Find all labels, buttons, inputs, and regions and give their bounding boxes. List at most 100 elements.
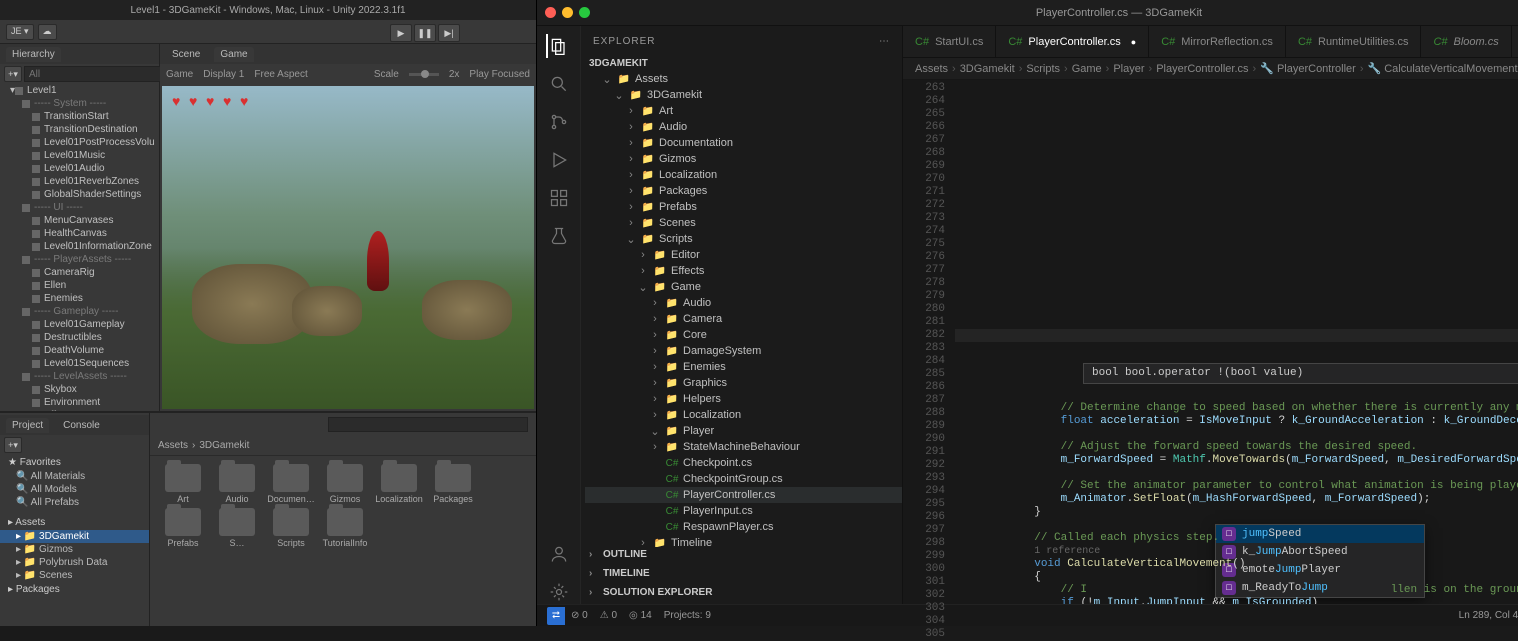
- code-line[interactable]: m_Animator.SetFloat(m_HashForwardSpeed, …: [955, 493, 1518, 506]
- play-focused[interactable]: Play Focused: [469, 69, 530, 80]
- code-line[interactable]: 1 reference: [955, 545, 1518, 558]
- code-editor[interactable]: 2632642652662672682692702712722732742752…: [903, 80, 1518, 604]
- tab-game[interactable]: Game: [214, 47, 253, 62]
- tree-item[interactable]: 📁Helpers: [585, 391, 902, 407]
- outline-section[interactable]: OUTLINE: [581, 547, 902, 562]
- tree-item[interactable]: 📁Graphics: [585, 375, 902, 391]
- hierarchy-item[interactable]: CameraRig: [0, 266, 159, 279]
- editor-tab[interactable]: C#PlayerController.cs: [996, 26, 1149, 57]
- code-line[interactable]: m_ForwardSpeed = Mathf.MoveTowards(m_For…: [955, 454, 1518, 467]
- hierarchy-item[interactable]: Level01Audio: [0, 162, 159, 175]
- hierarchy-item[interactable]: DeathVolume: [0, 344, 159, 357]
- code-line[interactable]: [955, 428, 1518, 441]
- status-projects[interactable]: Projects: 9: [664, 610, 711, 621]
- project-folder[interactable]: TutorialInfo: [320, 508, 370, 548]
- game-dropdown[interactable]: Game: [166, 69, 193, 80]
- code-line[interactable]: // I llen is on the ground then she is r…: [955, 584, 1518, 597]
- tab-project[interactable]: Project: [6, 418, 49, 433]
- game-view[interactable]: ♥ ♥ ♥ ♥ ♥: [162, 86, 534, 409]
- settings-icon[interactable]: [547, 580, 571, 604]
- hierarchy-item[interactable]: ----- LevelAssets -----: [0, 370, 159, 383]
- project-folder-grid[interactable]: ArtAudioDocumen…GizmosLocalizationPackag…: [150, 456, 536, 626]
- code-line[interactable]: if (!m_Input.JumpInput && m_IsGrounded): [955, 597, 1518, 604]
- hierarchy-item[interactable]: ----- System -----: [0, 97, 159, 110]
- tree-item[interactable]: 📁Audio: [585, 119, 902, 135]
- code-line[interactable]: // Determine change to speed based on wh…: [955, 402, 1518, 415]
- hierarchy-item[interactable]: ----- UI -----: [0, 201, 159, 214]
- aspect-dropdown[interactable]: Free Aspect: [254, 69, 307, 80]
- favorite-item[interactable]: 🔍 All Prefabs: [0, 496, 149, 509]
- breadcrumb-segment[interactable]: Player: [1113, 63, 1144, 75]
- tree-item[interactable]: 📁Enemies: [585, 359, 902, 375]
- line-gutter[interactable]: 2632642652662672682692702712722732742752…: [903, 80, 955, 604]
- tree-item[interactable]: 📁Prefabs: [585, 199, 902, 215]
- hierarchy-item[interactable]: GlobalShaderSettings: [0, 188, 159, 201]
- project-add[interactable]: +▾: [4, 437, 22, 453]
- tree-item[interactable]: 📁StateMachineBehaviour: [585, 439, 902, 455]
- step-button[interactable]: ▶|: [438, 24, 460, 42]
- code-line[interactable]: // Set the animator parameter to control…: [955, 480, 1518, 493]
- hierarchy-item[interactable]: Level01Gameplay: [0, 318, 159, 331]
- editor-tab[interactable]: C#Bloom.cs: [1421, 26, 1511, 57]
- hierarchy-item[interactable]: Level01Music: [0, 149, 159, 162]
- timeline-section[interactable]: TIMELINE: [581, 566, 902, 581]
- vscode-titlebar[interactable]: PlayerController.cs — 3DGameKit ◧ ⬓ ◨ ▦: [537, 0, 1518, 26]
- hierarchy-item[interactable]: ▾ Level1: [0, 84, 159, 97]
- breadcrumb-segment[interactable]: Game: [1072, 63, 1102, 75]
- hierarchy-item[interactable]: Enemies: [0, 292, 159, 305]
- cloud-button[interactable]: ☁: [38, 24, 57, 40]
- hierarchy-item[interactable]: Level01PostProcessVolu: [0, 136, 159, 149]
- project-folder[interactable]: Prefabs: [158, 508, 208, 548]
- editor-tab[interactable]: C#MirrorReflection.cs: [1149, 26, 1286, 57]
- account-button[interactable]: JE ▾: [6, 24, 34, 40]
- favorites-header[interactable]: ★ Favorites: [0, 455, 149, 470]
- project-breadcrumb[interactable]: Assets›3DGamekit: [150, 436, 536, 456]
- source-control-icon[interactable]: [547, 110, 571, 134]
- status-errors[interactable]: ⊘ 0: [571, 610, 588, 621]
- tree-item[interactable]: 📁Localization: [585, 167, 902, 183]
- project-section-header[interactable]: 3DGAMEKIT: [581, 56, 902, 71]
- code-line[interactable]: float acceleration = IsMoveInput ? k_Gro…: [955, 415, 1518, 428]
- minimize-icon[interactable]: [562, 7, 573, 18]
- favorite-item[interactable]: 🔍 All Materials: [0, 470, 149, 483]
- hierarchy-item[interactable]: MenuCanvases: [0, 214, 159, 227]
- hierarchy-item[interactable]: TransitionStart: [0, 110, 159, 123]
- asset-folder-item[interactable]: ▸ 📁 3DGamekit: [0, 530, 149, 543]
- hierarchy-search[interactable]: [24, 66, 166, 82]
- tree-item[interactable]: C#PlayerController.cs: [585, 487, 902, 503]
- code-line[interactable]: [955, 467, 1518, 480]
- tree-item[interactable]: 📁Player: [585, 423, 902, 439]
- hierarchy-item[interactable]: Level01InformationZone: [0, 240, 159, 253]
- window-controls[interactable]: [545, 7, 590, 18]
- hierarchy-item[interactable]: Level01ReverbZones: [0, 175, 159, 188]
- maximize-icon[interactable]: [579, 7, 590, 18]
- testing-icon[interactable]: [547, 224, 571, 248]
- remote-button[interactable]: ⮂: [547, 607, 565, 625]
- project-search[interactable]: [328, 417, 528, 432]
- tree-item[interactable]: 📁3DGamekit: [585, 87, 902, 103]
- tree-item[interactable]: 📁Assets: [585, 71, 902, 87]
- tree-item[interactable]: 📁Core: [585, 327, 902, 343]
- tab-scene[interactable]: Scene: [166, 47, 206, 62]
- hierarchy-item[interactable]: TransitionDestination: [0, 123, 159, 136]
- display-dropdown[interactable]: Display 1: [203, 69, 244, 80]
- editor-breadcrumb[interactable]: Assets›3DGamekit›Scripts›Game›Player›Pla…: [903, 58, 1518, 80]
- hierarchy-item[interactable]: Skybox: [0, 383, 159, 396]
- tree-item[interactable]: 📁Game: [585, 279, 902, 295]
- project-folder[interactable]: Gizmos: [320, 464, 370, 504]
- breadcrumb-segment[interactable]: PlayerController.cs: [1156, 63, 1248, 75]
- tree-item[interactable]: C#PlayerInput.cs: [585, 503, 902, 519]
- code-line[interactable]: void CalculateVerticalMovement(): [955, 558, 1518, 571]
- tree-item[interactable]: C#RespawnPlayer.cs: [585, 519, 902, 535]
- project-folder[interactable]: Localization: [374, 464, 424, 504]
- code-line[interactable]: [955, 519, 1518, 532]
- editor-tab[interactable]: C#RuntimeUtilities.cs: [1286, 26, 1422, 57]
- asset-folder-item[interactable]: ▸ 📁 Gizmos: [0, 543, 149, 556]
- account-icon[interactable]: [547, 542, 571, 566]
- hierarchy-item[interactable]: ----- PlayerAssets -----: [0, 253, 159, 266]
- asset-folder-item[interactable]: ▸ 📁 Scenes: [0, 569, 149, 582]
- asset-folder-item[interactable]: ▸ 📁 Polybrush Data: [0, 556, 149, 569]
- tree-item[interactable]: C#CheckpointGroup.cs: [585, 471, 902, 487]
- tree-item[interactable]: 📁Gizmos: [585, 151, 902, 167]
- tree-item[interactable]: C#Checkpoint.cs: [585, 455, 902, 471]
